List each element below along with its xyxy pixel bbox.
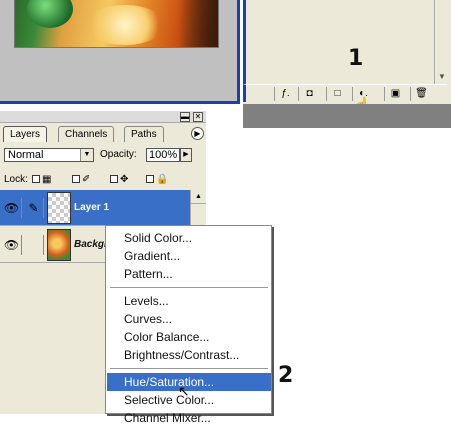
menu-item-curves[interactable]: Curves... (107, 310, 271, 328)
lock-all-checkbox[interactable]: 🔒 (146, 174, 168, 186)
layer-row-layer-1[interactable]: 👁 ✎ Layer 1 (0, 190, 190, 226)
brush-icon[interactable]: ✎ (24, 198, 44, 218)
close-icon[interactable]: ✕ (193, 112, 203, 122)
image-document-window (0, 0, 240, 104)
layer-name: Layer 1 (74, 202, 110, 213)
delete-layer-button[interactable]: 🗑 (410, 87, 432, 101)
menu-item-pattern[interactable]: Pattern... (107, 265, 271, 283)
palette-menu-icon[interactable]: ▶ (191, 127, 204, 140)
lock-label: Lock: (4, 174, 28, 185)
link-slot-icon[interactable] (24, 235, 44, 255)
arrow-pointer-cursor-icon: ↖ (178, 383, 190, 399)
add-mask-button[interactable]: ◘ (298, 87, 320, 101)
blend-mode-select[interactable]: Normal ▼ (4, 148, 94, 162)
lock-transparency-checkbox[interactable]: ▦ (32, 174, 51, 186)
palette-scrollbar[interactable]: ▼ (434, 0, 448, 84)
menu-item-gradient[interactable]: Gradient... (107, 247, 271, 265)
lock-position-checkbox[interactable]: ✥ (110, 174, 128, 186)
blend-mode-value: Normal (8, 149, 44, 161)
lock-transparency-icon: ▦ (42, 174, 52, 185)
lock-all-icon: 🔒 (156, 174, 169, 185)
menu-item-brightness-contrast[interactable]: Brightness/Contrast... (107, 346, 271, 364)
menu-item-solid-color[interactable]: Solid Color... (107, 229, 271, 247)
lock-image-icon: ✐ (82, 174, 91, 185)
new-layer-button[interactable]: ▣ (384, 87, 406, 101)
lock-position-icon: ✥ (120, 174, 129, 185)
menu-item-levels[interactable]: Levels... (107, 292, 271, 310)
workspace-background (243, 104, 451, 128)
tab-paths[interactable]: Paths (124, 126, 164, 142)
layer-thumbnail (47, 192, 71, 224)
menu-separator (110, 287, 268, 289)
layer-style-button[interactable]: ƒ. (274, 87, 296, 101)
opacity-label: Opacity: (100, 149, 137, 160)
eye-icon[interactable]: 👁 (2, 198, 22, 218)
opacity-input[interactable]: 100% (146, 148, 180, 162)
palette-titlebar[interactable]: ▬ ✕ (0, 111, 206, 123)
palette-button-bar: ƒ. ◘ □ ◐. ▣ 🗑 (243, 84, 447, 102)
scroll-up-icon[interactable]: ▲ (191, 190, 206, 204)
opacity-slider-arrow-icon[interactable]: ▶ (180, 148, 192, 162)
menu-item-channel-mixer[interactable]: Channel Mixer... (107, 409, 271, 427)
eye-icon[interactable]: 👁 (2, 235, 22, 255)
chevron-down-icon[interactable]: ▼ (80, 149, 93, 161)
palette-tabs: Layers Channels Paths (0, 126, 206, 142)
step-1-annotation: 1 (348, 46, 364, 71)
layer-name: Backgr (74, 239, 108, 250)
step-2-annotation: 2 (278, 363, 294, 388)
layer-thumbnail (47, 229, 71, 261)
scroll-down-icon[interactable]: ▼ (438, 72, 446, 81)
tab-channels[interactable]: Channels (58, 126, 115, 142)
new-set-button[interactable]: □ (326, 87, 348, 101)
tab-layers[interactable]: Layers (3, 126, 48, 142)
menu-item-color-balance[interactable]: Color Balance... (107, 328, 271, 346)
document-canvas-image[interactable] (14, 0, 219, 48)
menu-separator (110, 368, 268, 370)
lock-image-checkbox[interactable]: ✐ (72, 174, 90, 186)
minimize-icon[interactable]: ▬ (180, 112, 190, 122)
